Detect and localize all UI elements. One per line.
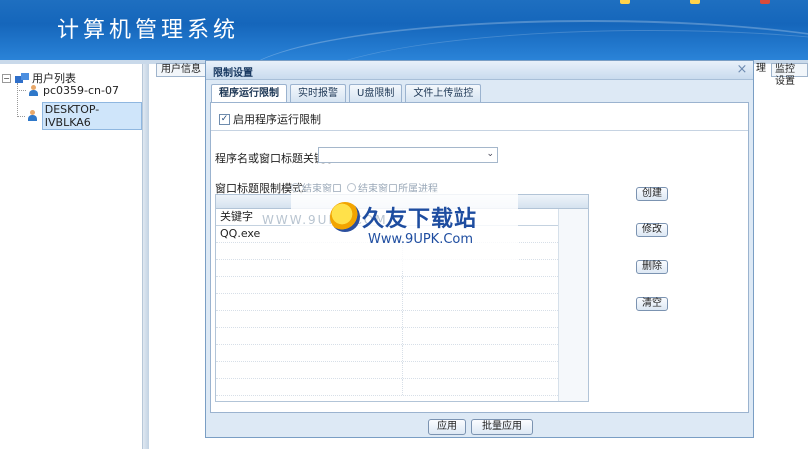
keyword-combobox[interactable]: ⌄ [318, 147, 498, 163]
table-cell [216, 328, 403, 344]
header-button-1[interactable] [620, 0, 633, 7]
radio-icon [347, 183, 356, 192]
apply-button[interactable]: 应用 [428, 419, 466, 435]
dialog-titlebar[interactable]: 限制设置 [206, 61, 753, 80]
tab-user-info[interactable]: 用户信息 [156, 63, 206, 77]
create-button[interactable]: 创建 [636, 187, 668, 201]
power-icon [760, 0, 770, 4]
enable-restriction-row[interactable]: ✓ 启用程序运行限制 [219, 111, 321, 127]
watermark-name: 久友下载站 [362, 207, 478, 232]
tree-connector [17, 115, 26, 117]
table-row[interactable] [216, 328, 588, 345]
tree-connector [17, 90, 26, 91]
table-cell [216, 362, 403, 378]
table-row[interactable] [216, 379, 588, 396]
tab-file-upload-monitor[interactable]: 文件上传监控 [405, 84, 482, 102]
table-row[interactable] [216, 362, 588, 379]
clear-button[interactable]: 清空 [636, 297, 668, 311]
dialog-tabs: 程序运行限制 实时报警 U盘限制 文件上传监控 [211, 84, 484, 103]
table-cell [216, 294, 403, 310]
grid-scrollbar[interactable] [558, 209, 588, 401]
header-button-2[interactable] [690, 0, 703, 7]
app-title: 计算机管理系统 [57, 18, 240, 43]
folder-icon [690, 0, 700, 4]
splitter[interactable] [143, 64, 149, 449]
collapse-icon[interactable]: − [2, 73, 11, 83]
tab-realtime-alarm[interactable]: 实时报警 [290, 84, 346, 102]
tab-program-restriction[interactable]: 程序运行限制 [211, 84, 287, 103]
enable-restriction-label: 启用程序运行限制 [233, 113, 321, 126]
close-icon[interactable]: × [734, 62, 750, 78]
user-icon [27, 110, 38, 122]
tree-item-pc0359[interactable]: pc0359-cn-07 [17, 84, 119, 97]
radio-icon [291, 183, 300, 192]
table-row[interactable] [216, 277, 588, 294]
enable-restriction-checkbox[interactable]: ✓ [219, 113, 230, 125]
user-icon [28, 84, 39, 97]
table-row[interactable] [216, 294, 588, 311]
table-row[interactable] [216, 345, 588, 362]
tab-usb-restriction[interactable]: U盘限制 [349, 84, 403, 102]
divider [211, 130, 748, 131]
tree-item-label: pc0359-cn-07 [43, 84, 119, 97]
tree-item-label: DESKTOP-IVBLKA6 [41, 102, 142, 130]
table-row[interactable] [216, 311, 588, 328]
delete-button[interactable]: 删除 [636, 260, 668, 274]
network-icon [15, 72, 29, 84]
header-button-3[interactable] [760, 0, 773, 7]
sidebar-tree: − 用户列表 pc0359-cn-07 DESKTOP-IVBLKA6 [0, 64, 143, 449]
modify-button[interactable]: 修改 [636, 223, 668, 237]
batch-apply-button[interactable]: 批量应用 [471, 419, 533, 435]
watermark-logo-icon [330, 202, 360, 232]
table-cell [216, 311, 403, 327]
chevron-down-icon[interactable]: ⌄ [486, 149, 494, 159]
tree-item-desktop[interactable]: DESKTOP-IVBLKA6 [17, 102, 142, 130]
table-cell [216, 379, 403, 395]
tab-manage[interactable]: 理 [753, 63, 769, 77]
tab-monitor-settings[interactable]: 监控设置 [771, 63, 808, 87]
app-header: 计算机管理系统 [0, 0, 808, 60]
arrow-icon [620, 0, 630, 4]
table-cell [216, 277, 403, 293]
watermark-site: Www.9UPK.Com [368, 232, 474, 247]
table-cell [216, 345, 403, 361]
dialog-title: 限制设置 [213, 68, 253, 79]
